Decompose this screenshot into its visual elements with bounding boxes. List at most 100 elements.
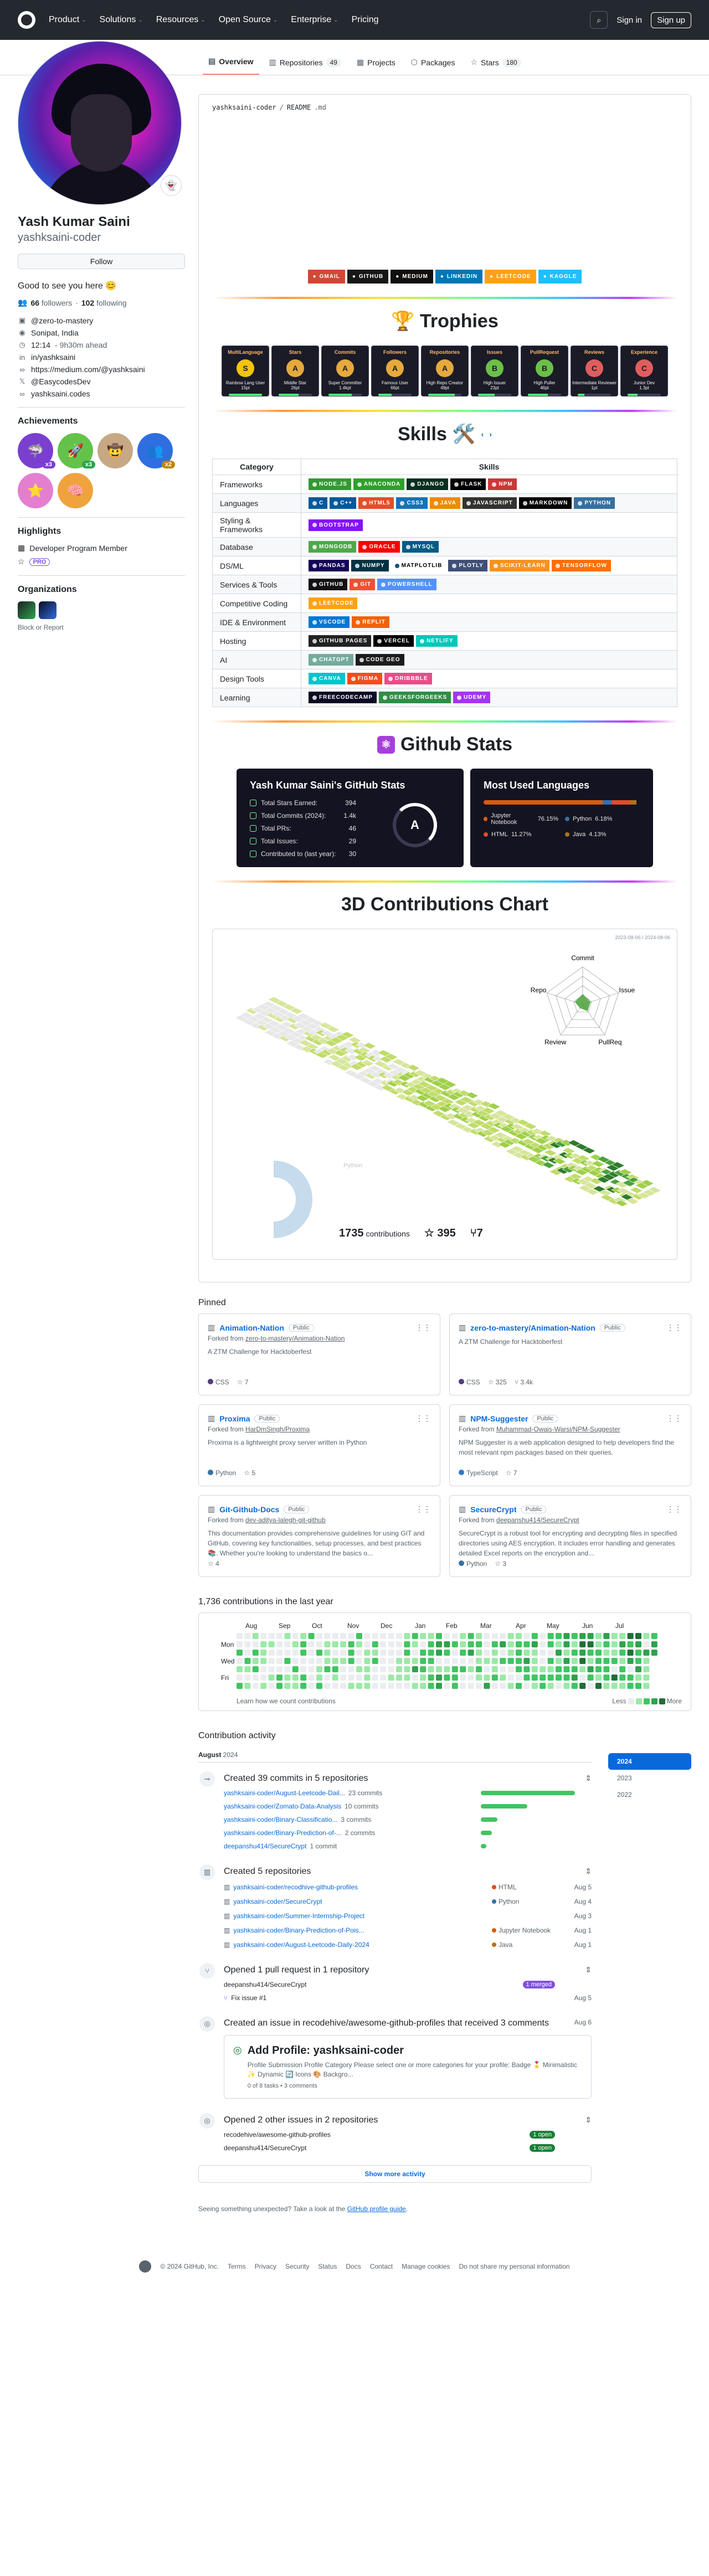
footer-link-terms[interactable]: Terms <box>228 2263 246 2270</box>
calendar-day-cell[interactable] <box>364 1675 371 1681</box>
calendar-day-cell[interactable] <box>356 1650 362 1656</box>
repo-forks-link[interactable]: ⑂ 3.4k <box>515 1378 533 1386</box>
calendar-day-cell[interactable] <box>484 1650 490 1656</box>
calendar-day-cell[interactable] <box>292 1675 299 1681</box>
footer-link-contact[interactable]: Contact <box>370 2263 393 2270</box>
calendar-day-cell[interactable] <box>491 1650 498 1656</box>
calendar-day-cell[interactable] <box>467 1675 474 1681</box>
calendar-day-cell[interactable] <box>348 1658 354 1664</box>
calendar-day-cell[interactable] <box>484 1658 490 1664</box>
calendar-day-cell[interactable] <box>420 1658 427 1664</box>
github-logo-icon[interactable] <box>18 11 35 29</box>
repo-stars-link[interactable]: ☆ 325 <box>488 1378 507 1386</box>
calendar-day-cell[interactable] <box>563 1641 570 1647</box>
calendar-day-cell[interactable] <box>460 1666 466 1672</box>
calendar-day-cell[interactable] <box>507 1633 514 1639</box>
calendar-day-cell[interactable] <box>268 1666 275 1672</box>
readme-user[interactable]: yashksaini-coder <box>212 104 276 111</box>
calendar-day-cell[interactable] <box>451 1641 458 1647</box>
calendar-day-cell[interactable] <box>316 1658 322 1664</box>
calendar-day-cell[interactable] <box>531 1683 538 1689</box>
calendar-day-cell[interactable] <box>516 1650 522 1656</box>
calendar-day-cell[interactable] <box>531 1641 538 1647</box>
calendar-day-cell[interactable] <box>316 1641 322 1647</box>
calendar-day-cell[interactable] <box>540 1675 546 1681</box>
calendar-day-cell[interactable] <box>268 1633 275 1639</box>
gmail-badge[interactable]: ● GMAIL <box>307 270 345 284</box>
pr-repo-link[interactable]: deepanshu414/SecureCrypt <box>224 1981 306 1988</box>
calendar-day-cell[interactable] <box>388 1675 394 1681</box>
calendar-day-cell[interactable] <box>563 1683 570 1689</box>
calendar-day-cell[interactable] <box>244 1666 251 1672</box>
status-emoji-icon[interactable]: 👻 <box>161 175 182 196</box>
calendar-day-cell[interactable] <box>547 1641 554 1647</box>
calendar-day-cell[interactable] <box>516 1633 522 1639</box>
calendar-day-cell[interactable] <box>380 1666 387 1672</box>
calendar-day-cell[interactable] <box>491 1658 498 1664</box>
calendar-day-cell[interactable] <box>388 1633 394 1639</box>
nav-solutions[interactable]: Solutions ⌄ <box>100 15 143 25</box>
calendar-day-cell[interactable] <box>451 1633 458 1639</box>
tab-stars[interactable]: ☆ Stars 180 <box>465 58 526 75</box>
calendar-day-cell[interactable] <box>420 1641 427 1647</box>
calendar-day-cell[interactable] <box>643 1650 650 1656</box>
created-repo-link[interactable]: yashksaini-coder/Summer-Internship-Proje… <box>233 1912 364 1920</box>
calendar-day-cell[interactable] <box>571 1658 578 1664</box>
calendar-day-cell[interactable] <box>643 1666 650 1672</box>
calendar-day-cell[interactable] <box>547 1666 554 1672</box>
calendar-day-cell[interactable] <box>356 1641 362 1647</box>
calendar-day-cell[interactable] <box>507 1666 514 1672</box>
calendar-day-cell[interactable] <box>436 1633 442 1639</box>
calendar-day-cell[interactable] <box>252 1641 259 1647</box>
calendar-day-cell[interactable] <box>252 1666 259 1672</box>
calendar-day-cell[interactable] <box>324 1683 331 1689</box>
calendar-day-cell[interactable] <box>412 1658 418 1664</box>
calendar-day-cell[interactable] <box>404 1666 410 1672</box>
following-link[interactable]: 102 following <box>81 298 127 307</box>
achievement-pair-extraordinaire[interactable]: 👥 x2 <box>137 433 175 468</box>
calendar-day-cell[interactable] <box>244 1633 251 1639</box>
calendar-day-cell[interactable] <box>292 1666 299 1672</box>
calendar-day-cell[interactable] <box>268 1650 275 1656</box>
calendar-day-cell[interactable] <box>516 1641 522 1647</box>
calendar-day-cell[interactable] <box>252 1650 259 1656</box>
commit-count-link[interactable]: 1 commit <box>310 1842 337 1850</box>
calendar-day-cell[interactable] <box>356 1658 362 1664</box>
nav-pricing[interactable]: Pricing <box>352 15 379 25</box>
calendar-day-cell[interactable] <box>603 1675 610 1681</box>
calendar-day-cell[interactable] <box>412 1633 418 1639</box>
pr-title-link[interactable]: Fix issue #1 <box>231 1994 266 2002</box>
calendar-day-cell[interactable] <box>260 1641 267 1647</box>
commit-repo-link[interactable]: yashksaini-coder/Zomato-Data-Analysis <box>224 1802 341 1810</box>
calendar-day-cell[interactable] <box>603 1633 610 1639</box>
calendar-day-cell[interactable] <box>284 1675 291 1681</box>
calendar-day-cell[interactable] <box>300 1650 307 1656</box>
calendar-day-cell[interactable] <box>500 1641 506 1647</box>
leetcode-badge[interactable]: ● LEETCODE <box>485 270 536 284</box>
calendar-day-cell[interactable] <box>619 1633 626 1639</box>
commit-count-link[interactable]: 23 commits <box>348 1789 382 1797</box>
calendar-day-cell[interactable] <box>308 1658 315 1664</box>
calendar-day-cell[interactable] <box>276 1641 282 1647</box>
calendar-day-cell[interactable] <box>579 1683 586 1689</box>
calendar-day-cell[interactable] <box>436 1650 442 1656</box>
calendar-day-cell[interactable] <box>308 1650 315 1656</box>
calendar-day-cell[interactable] <box>412 1675 418 1681</box>
calendar-day-cell[interactable] <box>444 1666 450 1672</box>
calendar-day-cell[interactable] <box>388 1650 394 1656</box>
calendar-day-cell[interactable] <box>372 1666 378 1672</box>
calendar-day-cell[interactable] <box>244 1675 251 1681</box>
calendar-day-cell[interactable] <box>627 1658 634 1664</box>
calendar-day-cell[interactable] <box>635 1666 641 1672</box>
calendar-day-cell[interactable] <box>396 1633 402 1639</box>
calendar-day-cell[interactable] <box>635 1633 641 1639</box>
achievement-pull-shark[interactable]: 🦈 x3 <box>18 433 55 468</box>
footer-link-status[interactable]: Status <box>318 2263 337 2270</box>
calendar-day-cell[interactable] <box>396 1658 402 1664</box>
calendar-day-cell[interactable] <box>451 1666 458 1672</box>
profile-detail[interactable]: in in/yashksaini <box>18 353 185 362</box>
calendar-day-cell[interactable] <box>444 1658 450 1664</box>
calendar-day-cell[interactable] <box>627 1633 634 1639</box>
calendar-day-cell[interactable] <box>547 1633 554 1639</box>
calendar-day-cell[interactable] <box>611 1641 618 1647</box>
